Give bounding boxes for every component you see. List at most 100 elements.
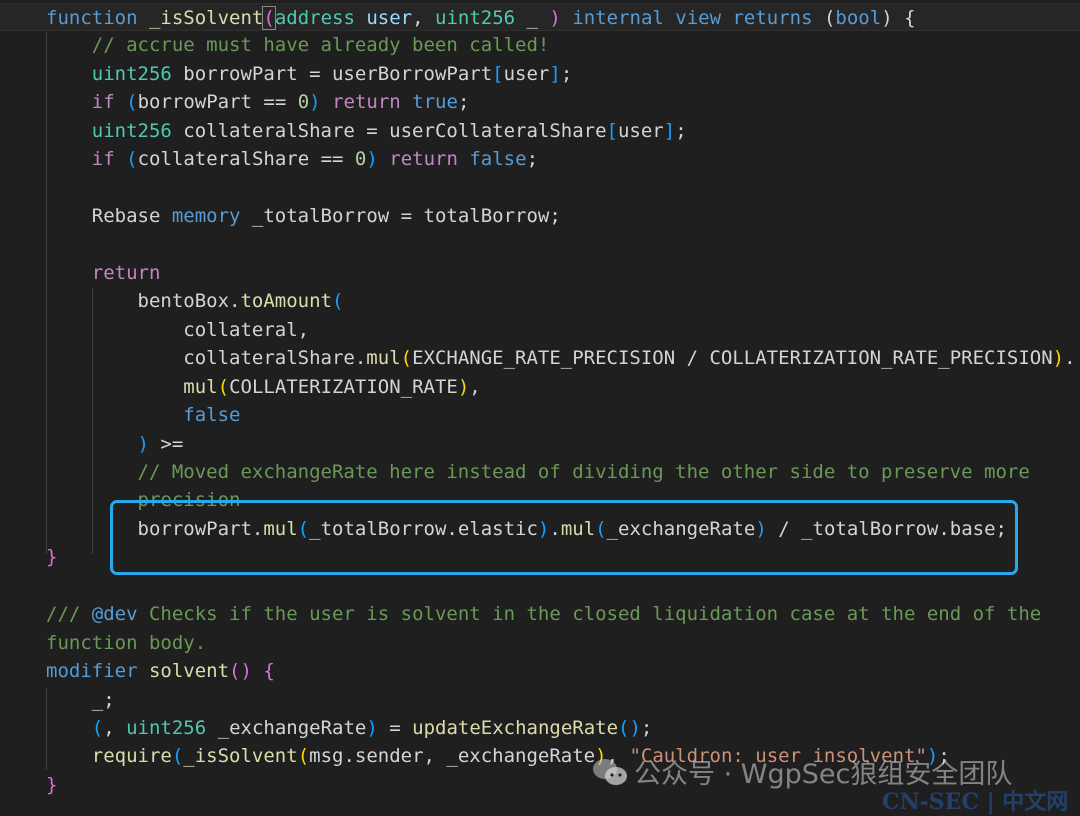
code-token: if [91,148,115,171]
code-token: = [377,716,413,739]
code-token: [ [606,119,618,142]
code-token: internal view returns [572,7,813,29]
code-token: ; [526,148,539,171]
code-token: _; [46,688,115,711]
code-token: collateralShare = userCollateralShare [171,119,607,142]
code-token: false [469,148,527,171]
code-line[interactable]: /// @dev Checks if the user is solvent i… [0,600,1080,628]
code-line[interactable]: uint256 collateralShare = userCollateral… [0,117,1080,145]
code-token: ) [549,7,561,29]
code-line[interactable]: (, uint256 _exchangeRate) = updateExchan… [0,714,1080,742]
code-token: uint256 [126,716,207,739]
code-line[interactable]: false [0,401,1080,429]
code-token: address [274,7,355,29]
code-token: EXCHANGE_RATE_PRECISION / COLLATERIZATIO… [412,347,1053,370]
code-token: [ [492,62,504,85]
code-line[interactable]: ) >= [0,430,1080,458]
code-line[interactable]: mul(COLLATERIZATION_RATE), [0,373,1080,401]
code-token: ) [1052,347,1065,370]
code-token: ( [297,745,310,768]
code-token: { [263,660,275,683]
code-line[interactable]: if (collateralShare == 0) return false; [0,145,1080,173]
code-token: collateral, [46,318,310,341]
code-token: ( [171,745,184,768]
code-token: user [617,119,664,142]
code-token: , [469,375,481,398]
code-token: borrowPart = userBorrowPart [171,62,493,85]
code-token: modifier [46,660,138,683]
code-token: 0 [297,91,310,114]
code-line[interactable]: // accrue must have already been called! [0,31,1080,59]
code-token: , [412,7,435,29]
indent-guide [46,32,47,554]
code-line[interactable]: // Moved exchangeRate here instead of di… [0,458,1080,486]
code-token: /// [46,603,92,626]
code-token: ; [560,62,573,85]
code-token: ( [812,7,836,29]
code-token: Rebase [46,205,172,228]
code-token: Checks if the user is solvent in the clo… [137,603,1042,626]
code-line[interactable]: if (borrowPart == 0) return true; [0,88,1080,116]
code-line[interactable]: return [0,259,1080,287]
code-token: } [46,546,58,569]
code-token: _isSolvent [183,745,298,768]
code-token: 0 [354,148,367,171]
code-token: ( [126,148,138,171]
code-token: collateralShare. [46,347,367,370]
code-token: ; [675,119,687,142]
code-token: ( [331,290,344,313]
code-token: ( [217,375,230,398]
code-token: return [389,148,458,171]
code-line[interactable]: function body. [0,629,1080,657]
code-token: bool [835,7,882,29]
indent-guide [92,288,93,554]
code-line[interactable]: collateral, [0,316,1080,344]
code-line[interactable]: modifier solvent() { [0,657,1080,685]
code-token: false [183,404,241,427]
code-line[interactable] [0,572,1080,600]
code-editor[interactable]: function _isSolvent(address user, uint25… [0,3,1080,799]
code-token: uint256 [91,62,172,85]
code-line[interactable]: bentoBox.toAmount( [0,287,1080,315]
code-line[interactable]: function _isSolvent(address user, uint25… [0,3,1080,32]
code-token: ( [400,347,413,370]
code-token: true [412,91,458,114]
code-line[interactable]: Rebase memory _totalBorrow = totalBorrow… [0,202,1080,230]
code-token: ] [549,62,561,85]
code-token: ( [91,716,104,739]
code-line[interactable] [0,174,1080,202]
code-line[interactable] [0,231,1080,259]
code-token: ) { [881,7,916,29]
code-token: ) [457,375,470,398]
code-token: collateralShare == [137,148,355,171]
code-token: user [503,62,550,85]
code-token: updateExchangeRate [412,716,619,739]
code-token: user [366,7,413,29]
code-token: ] [663,119,676,142]
wechat-icon [593,758,627,785]
code-line[interactable]: uint256 borrowPart = userBorrowPart[user… [0,60,1080,88]
code-token: mul [183,375,218,398]
code-token: bentoBox. [46,290,241,313]
code-token: ) [366,716,378,739]
code-line[interactable]: _; [0,686,1080,714]
code-token: COLLATERIZATION_RATE [229,375,458,398]
code-token: ; [457,91,470,114]
code-line[interactable]: collateralShare.mul(EXCHANGE_RATE_PRECIS… [0,344,1080,372]
code-token: uint256 [435,7,516,29]
code-token: _ [515,7,550,29]
code-token: ; [640,716,653,739]
